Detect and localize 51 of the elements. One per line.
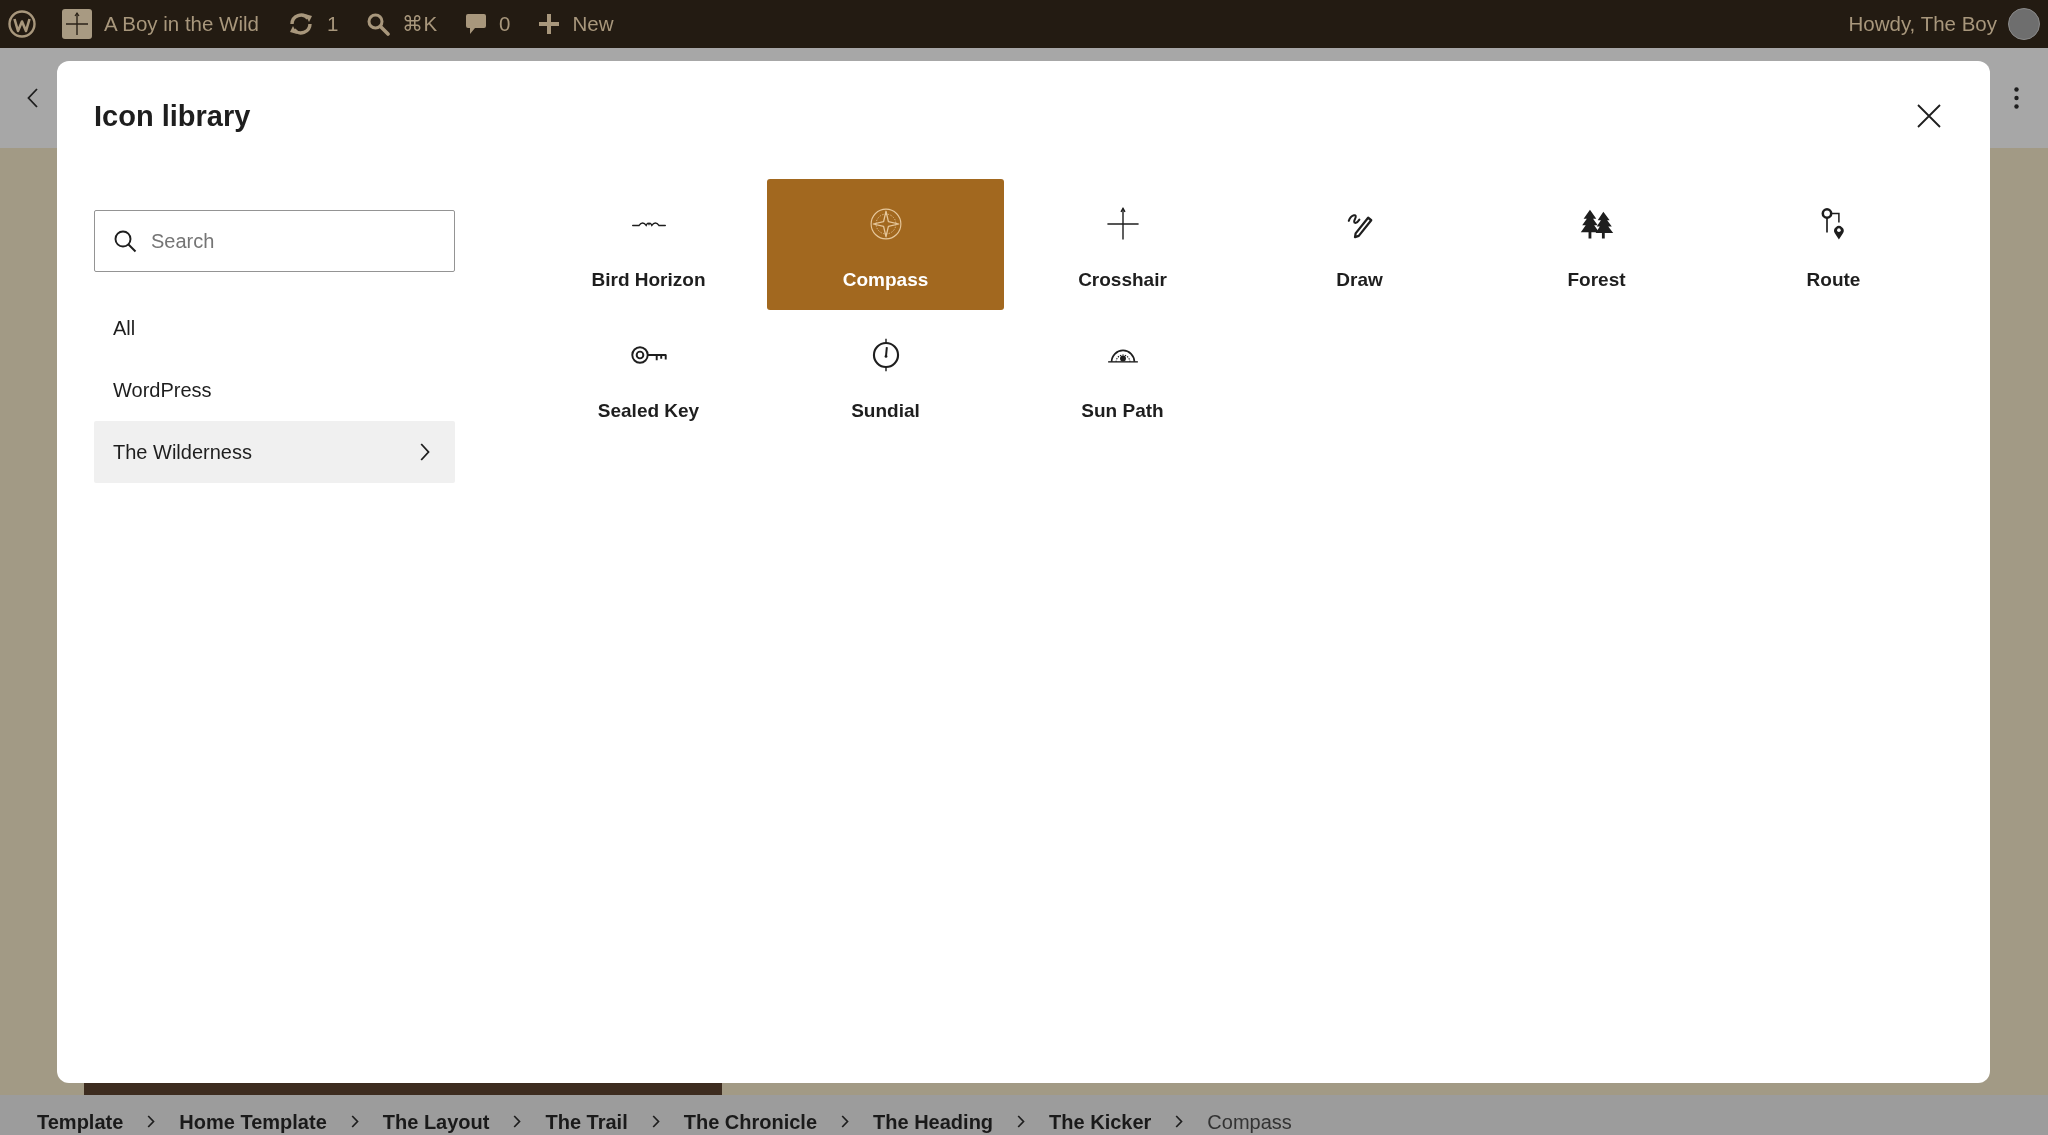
icon-option[interactable]: Crosshair: [1004, 179, 1241, 310]
icon-option[interactable]: Draw: [1241, 179, 1478, 310]
comments-link[interactable]: 0: [465, 12, 511, 36]
breadcrumb-link[interactable]: Home Template: [179, 1109, 327, 1134]
category-item[interactable]: All: [94, 297, 455, 359]
breadcrumb-current[interactable]: Compass: [1207, 1109, 1292, 1134]
compass-rose-icon: [868, 207, 903, 241]
pine-trees-icon: [1579, 208, 1614, 240]
search-icon: [366, 12, 391, 36]
updates-link[interactable]: 1: [286, 12, 339, 36]
breadcrumb-link[interactable]: The Chronicle: [683, 1109, 818, 1134]
crosshair-icon: [1105, 207, 1140, 241]
breadcrumb-link[interactable]: The Layout: [382, 1109, 490, 1134]
chevron-left-icon: [26, 88, 38, 108]
speech-bubble-icon: [465, 13, 488, 35]
chevron-right-icon: [1175, 1115, 1184, 1128]
category-item[interactable]: The Wilderness: [94, 421, 455, 483]
chevron-right-icon: [513, 1115, 522, 1128]
dialog-title: Icon library: [94, 98, 251, 134]
new-content-link[interactable]: New: [538, 12, 614, 36]
avatar: [2008, 8, 2040, 40]
site-link[interactable]: A Boy in the Wild: [62, 9, 259, 39]
chevron-right-icon: [147, 1115, 156, 1128]
breadcrumb-link[interactable]: The Trail: [545, 1109, 628, 1134]
logo-icon[interactable]: [8, 10, 36, 38]
icon-option[interactable]: Sundial: [767, 310, 1004, 441]
command-search-link[interactable]: ⌘K: [366, 12, 438, 36]
icon-option[interactable]: Bird Horizon: [530, 179, 767, 310]
plus-icon: [538, 13, 561, 35]
icon-option[interactable]: Sealed Key: [530, 310, 767, 441]
breadcrumb-link[interactable]: The Heading: [873, 1109, 994, 1134]
category-item[interactable]: WordPress: [94, 359, 455, 421]
chevron-right-icon: [420, 443, 430, 461]
icon-option[interactable]: Route: [1715, 179, 1952, 310]
breadcrumb-link[interactable]: Template: [37, 1109, 124, 1134]
search-icon: [113, 229, 137, 253]
icon-option[interactable]: Forest: [1478, 179, 1715, 310]
chevron-right-icon: [651, 1115, 660, 1128]
horizon-birds-icon: [631, 219, 666, 229]
search-field[interactable]: Search: [94, 210, 455, 272]
account-link[interactable]: Howdy, The Boy: [1848, 8, 2040, 40]
chevron-right-icon: [1017, 1115, 1026, 1128]
key-icon: [630, 345, 667, 365]
crosshair-tile-icon: [62, 9, 92, 39]
close-icon: [1917, 104, 1941, 128]
chevron-right-icon: [841, 1115, 850, 1128]
icon-option[interactable]: Compass: [767, 179, 1004, 310]
icon-option[interactable]: Sun Path: [1004, 310, 1241, 441]
vertical-dots-icon: [2013, 87, 2019, 109]
chevron-right-icon: [350, 1115, 359, 1128]
breadcrumb-link[interactable]: The Kicker: [1049, 1109, 1152, 1134]
